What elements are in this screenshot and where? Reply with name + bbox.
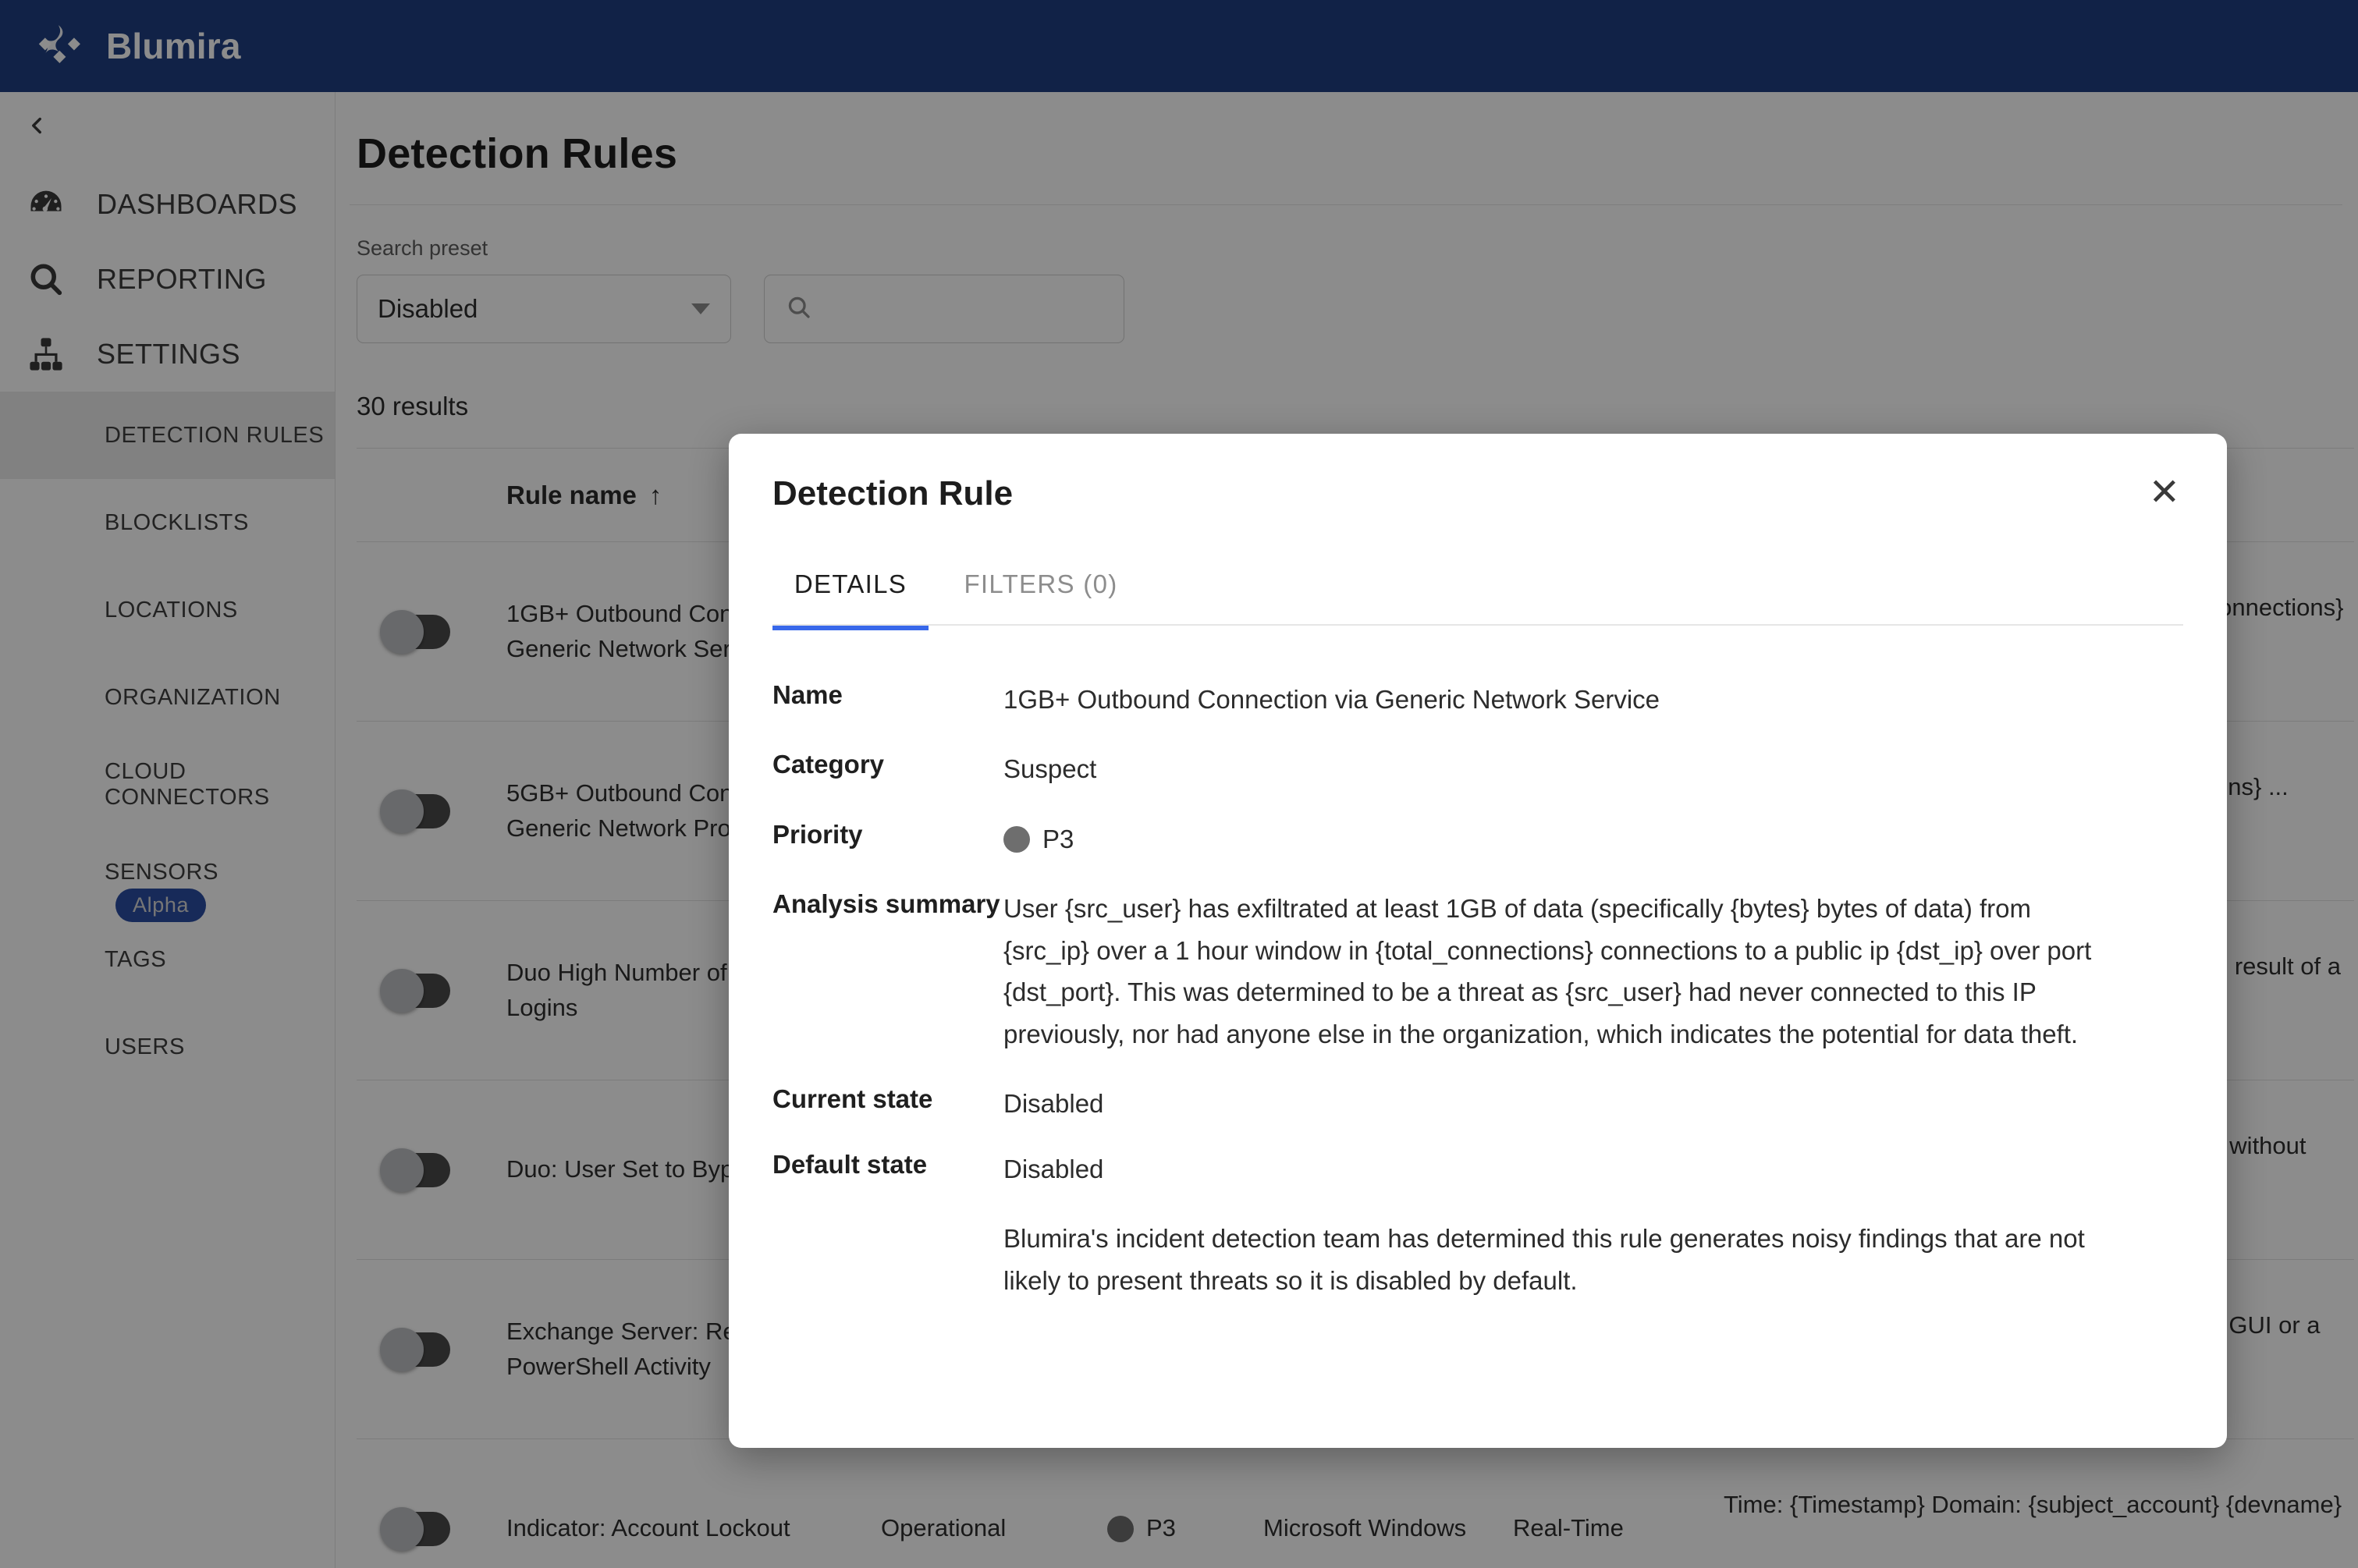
field-priority: Priority P3 [772, 818, 2183, 860]
field-category-value: Suspect [1003, 754, 1097, 784]
field-analysis-label: Analysis summary [772, 889, 1000, 919]
field-priority-label: Priority [772, 819, 863, 849]
field-current-state-label: Current state [772, 1084, 933, 1114]
tab-spacer [929, 569, 963, 630]
tab-details[interactable]: DETAILS [772, 569, 929, 630]
field-analysis-summary: Analysis summary User {src_user} has exf… [772, 888, 2183, 1055]
detection-rule-modal: Detection Rule ✕ DETAILS FILTERS (0) Nam… [729, 434, 2227, 1448]
field-priority-value: P3 [1042, 824, 1074, 853]
default-state-note: Blumira's incident detection team has de… [1003, 1224, 2085, 1295]
modal-title: Detection Rule [772, 474, 1014, 513]
field-name-value: 1GB+ Outbound Connection via Generic Net… [1003, 685, 1660, 714]
field-current-state-value: Disabled [1003, 1089, 1104, 1119]
field-current-state: Current state Disabled [772, 1083, 2183, 1124]
field-default-state-value: Disabled [1003, 1154, 1104, 1183]
field-category-label: Category [772, 750, 885, 779]
tabs-divider [772, 624, 2183, 626]
priority-dot-icon [1003, 825, 1030, 853]
modal-body: Name 1GB+ Outbound Connection via Generi… [729, 627, 2227, 1301]
modal-tabs: DETAILS FILTERS (0) [729, 513, 2227, 630]
field-category: Category Suspect [772, 748, 2183, 789]
close-icon[interactable]: ✕ [2146, 474, 2183, 512]
tab-filters[interactable]: FILTERS (0) [963, 569, 1119, 630]
field-analysis-value: User {src_user} has exfiltrated at least… [1003, 894, 2092, 1048]
field-name-label: Name [772, 680, 843, 709]
tab-details-label: DETAILS [794, 569, 907, 598]
field-default-state: Default state Disabled [772, 1148, 2183, 1190]
field-default-state-label: Default state [772, 1149, 928, 1179]
field-name: Name 1GB+ Outbound Connection via Generi… [772, 679, 2183, 720]
tab-filters-label: FILTERS (0) [964, 569, 1118, 598]
